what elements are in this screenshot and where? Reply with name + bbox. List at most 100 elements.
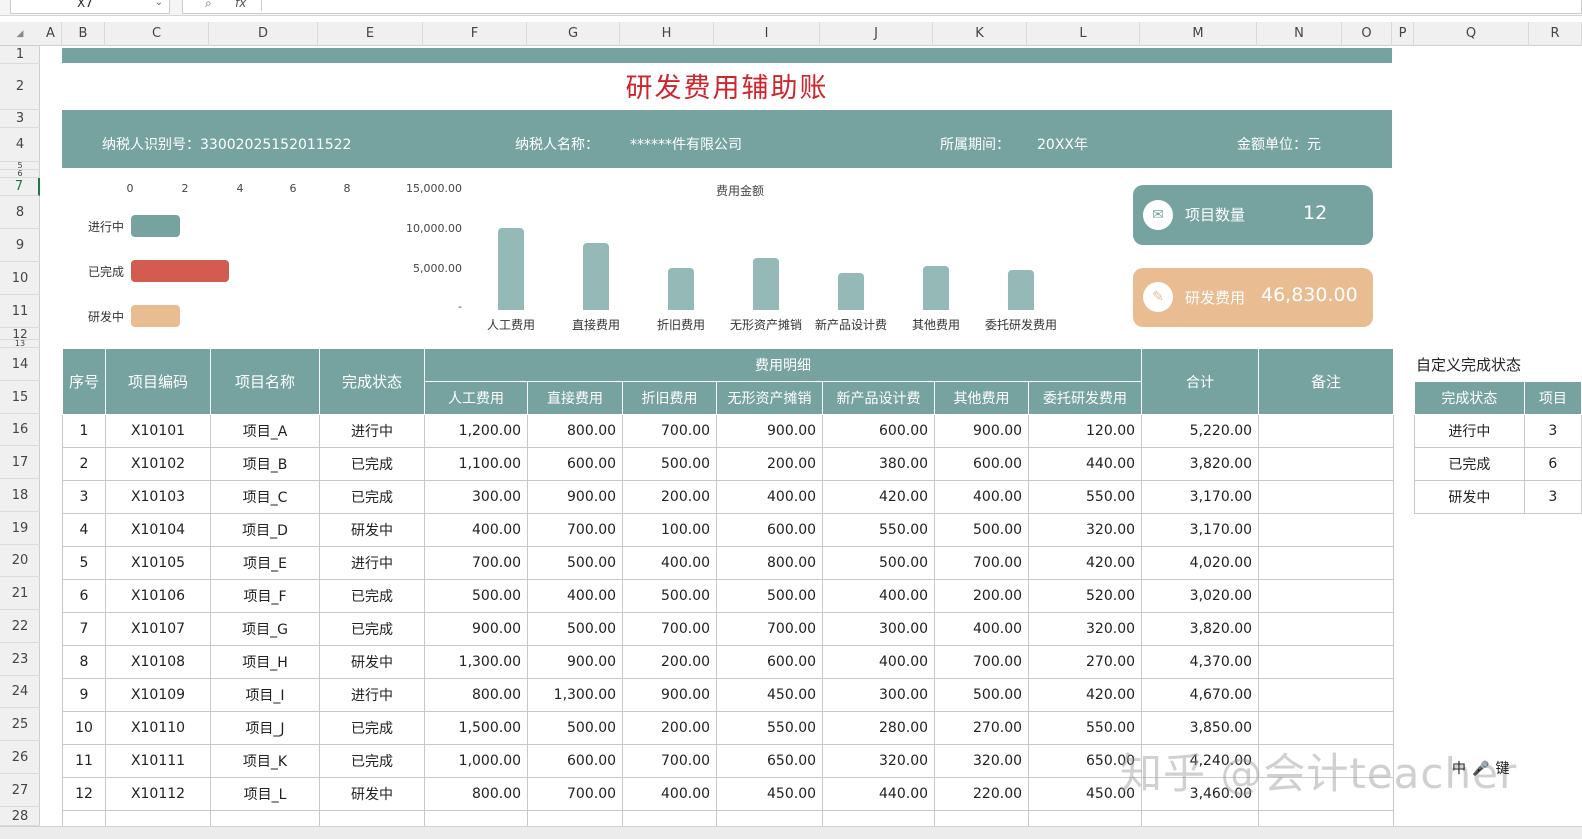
cell-amount[interactable]: 3,820.00 bbox=[1141, 447, 1260, 481]
subheader-cell[interactable]: 委托研发费用 bbox=[1028, 381, 1143, 415]
header-seq[interactable]: 序号 bbox=[61, 348, 107, 415]
cell-amount[interactable]: 3,170.00 bbox=[1141, 480, 1260, 514]
cell-amount[interactable]: 320.00 bbox=[1028, 612, 1143, 646]
cell-amount[interactable]: 450.00 bbox=[716, 678, 824, 712]
cell-seq[interactable]: 9 bbox=[61, 678, 107, 712]
row-header-4[interactable]: 4 bbox=[0, 128, 40, 162]
row-header-28[interactable]: 28 bbox=[0, 807, 40, 826]
row-header-13[interactable]: 13 bbox=[0, 340, 40, 348]
cell-note[interactable] bbox=[1258, 513, 1395, 547]
row-header-11[interactable]: 11 bbox=[0, 295, 40, 328]
cell-amount[interactable]: 120.00 bbox=[1028, 414, 1143, 448]
row-header-27[interactable]: 27 bbox=[0, 774, 40, 807]
cell-amount[interactable]: 320.00 bbox=[1028, 513, 1143, 547]
cell-amount[interactable]: 700.00 bbox=[622, 744, 718, 778]
cell-code[interactable]: X10108 bbox=[105, 645, 212, 679]
cell-amount[interactable]: 500.00 bbox=[934, 678, 1030, 712]
row-header-6[interactable]: 6 bbox=[0, 170, 40, 178]
cell-amount[interactable]: 400.00 bbox=[622, 777, 718, 811]
column-header-g[interactable]: G bbox=[527, 22, 620, 46]
cost-bar[interactable] bbox=[923, 266, 949, 310]
cell-amount[interactable]: 900.00 bbox=[527, 480, 624, 514]
cell-code[interactable]: X10105 bbox=[105, 546, 212, 580]
cell-name[interactable]: 项目_E bbox=[210, 546, 321, 580]
cell-amount[interactable]: 550.00 bbox=[716, 711, 824, 745]
cell-amount[interactable]: 320.00 bbox=[934, 744, 1030, 778]
cell-code[interactable]: X10102 bbox=[105, 447, 212, 481]
side-header-cell[interactable]: 完成状态 bbox=[1414, 381, 1525, 415]
column-header-b[interactable]: B bbox=[62, 22, 105, 46]
cost-bar[interactable] bbox=[668, 267, 694, 310]
cell-amount[interactable]: 3,170.00 bbox=[1141, 513, 1260, 547]
cell-name[interactable]: 项目_I bbox=[210, 678, 321, 712]
subheader-cell[interactable]: 折旧费用 bbox=[622, 381, 718, 415]
row-header-21[interactable]: 21 bbox=[0, 577, 40, 610]
column-header-e[interactable]: E bbox=[318, 22, 423, 46]
subheader-cell[interactable]: 人工费用 bbox=[424, 381, 529, 415]
column-header-o[interactable]: O bbox=[1342, 22, 1392, 46]
cell-name[interactable]: 项目_H bbox=[210, 645, 321, 679]
cell-amount[interactable]: 200.00 bbox=[622, 480, 718, 514]
cell-amount[interactable]: 3,820.00 bbox=[1141, 612, 1260, 646]
rd-cost-card[interactable]: ✎ 研发费用 46,830.00 bbox=[1133, 268, 1373, 327]
column-header-q[interactable]: Q bbox=[1414, 22, 1529, 46]
cell-status[interactable]: 研发中 bbox=[319, 777, 426, 811]
column-header-f[interactable]: F bbox=[423, 22, 527, 46]
cell-amount[interactable]: 320.00 bbox=[822, 744, 936, 778]
cell-amount[interactable]: 800.00 bbox=[527, 414, 624, 448]
side-cell[interactable]: 3 bbox=[1523, 414, 1582, 448]
cell-seq[interactable]: 4 bbox=[61, 513, 107, 547]
cell-note[interactable] bbox=[1258, 579, 1395, 613]
cell-amount[interactable]: 200.00 bbox=[934, 579, 1030, 613]
cell-note[interactable] bbox=[1258, 480, 1395, 514]
cell-amount[interactable]: 500.00 bbox=[622, 579, 718, 613]
row-header-25[interactable]: 25 bbox=[0, 708, 40, 741]
cell-amount[interactable]: 420.00 bbox=[822, 480, 936, 514]
row-header-14[interactable]: 14 bbox=[0, 348, 40, 381]
side-cell[interactable]: 6 bbox=[1523, 447, 1582, 481]
cell-amount[interactable]: 520.00 bbox=[1028, 579, 1143, 613]
cell-amount[interactable]: 500.00 bbox=[424, 579, 529, 613]
cell-amount[interactable]: 600.00 bbox=[527, 447, 624, 481]
cell-status[interactable]: 进行中 bbox=[319, 678, 426, 712]
cell-note[interactable] bbox=[1258, 447, 1395, 481]
cell-seq[interactable]: 5 bbox=[61, 546, 107, 580]
cell-amount[interactable]: 700.00 bbox=[716, 612, 824, 646]
cell-amount[interactable]: 420.00 bbox=[1028, 678, 1143, 712]
ime-glyph[interactable]: 键 bbox=[1495, 758, 1509, 778]
name-box[interactable]: X7 ⌄ bbox=[10, 0, 170, 14]
cell-amount[interactable]: 500.00 bbox=[822, 546, 936, 580]
cell-status[interactable]: 进行中 bbox=[319, 414, 426, 448]
cell-amount[interactable]: 400.00 bbox=[934, 480, 1030, 514]
cell-amount[interactable]: 500.00 bbox=[622, 447, 718, 481]
cell-name[interactable]: 项目_J bbox=[210, 711, 321, 745]
row-header-1[interactable]: 1 bbox=[0, 46, 40, 64]
cell-seq[interactable]: 10 bbox=[61, 711, 107, 745]
cell-amount[interactable]: 550.00 bbox=[822, 513, 936, 547]
cell-status[interactable]: 进行中 bbox=[319, 546, 426, 580]
cell-amount[interactable]: 900.00 bbox=[527, 645, 624, 679]
cell-amount[interactable]: 700.00 bbox=[527, 513, 624, 547]
project-count-card[interactable]: ✉ 项目数量 12 bbox=[1133, 185, 1373, 245]
cell-amount[interactable]: 550.00 bbox=[1028, 480, 1143, 514]
cell-seq[interactable]: 12 bbox=[61, 777, 107, 811]
cell-amount[interactable]: 200.00 bbox=[622, 711, 718, 745]
row-header-17[interactable]: 17 bbox=[0, 446, 40, 479]
cell-code[interactable]: X10107 bbox=[105, 612, 212, 646]
cell-name[interactable]: 项目_K bbox=[210, 744, 321, 778]
fx-icon[interactable]: fx bbox=[235, 0, 246, 11]
cell-code[interactable]: X10104 bbox=[105, 513, 212, 547]
cell-seq[interactable]: 1 bbox=[61, 414, 107, 448]
cell-amount[interactable]: 600.00 bbox=[716, 645, 824, 679]
cell-amount[interactable]: 1,300.00 bbox=[527, 678, 624, 712]
header-detail[interactable]: 费用明细 bbox=[424, 348, 1143, 382]
cell-amount[interactable]: 700.00 bbox=[622, 612, 718, 646]
row-header-26[interactable]: 26 bbox=[0, 741, 40, 774]
cell-amount[interactable]: 600.00 bbox=[934, 447, 1030, 481]
ime-toolbar[interactable]: 中 🎤 键 bbox=[1452, 758, 1582, 784]
cell-seq[interactable]: 11 bbox=[61, 744, 107, 778]
cell-amount[interactable]: 220.00 bbox=[934, 777, 1030, 811]
cell-amount[interactable]: 270.00 bbox=[934, 711, 1030, 745]
cell-name[interactable]: 项目_B bbox=[210, 447, 321, 481]
cell-code[interactable]: X10109 bbox=[105, 678, 212, 712]
